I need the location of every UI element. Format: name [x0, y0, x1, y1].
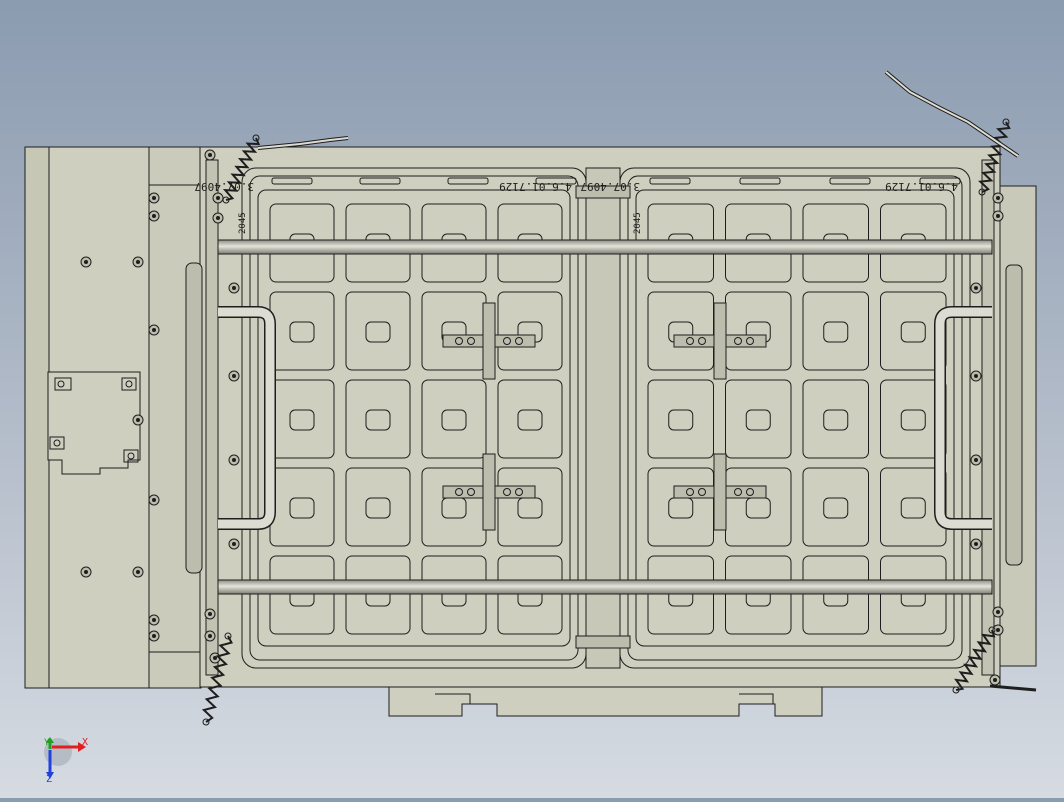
bolt-center [974, 374, 978, 378]
bolt-center [232, 374, 236, 378]
bolt-center [152, 634, 156, 638]
bolt-center [996, 196, 1000, 200]
assembly-drawing[interactable]: 3.07.4097 4.6.01.7129 2045 3.07.4097 4.6… [0, 0, 1064, 798]
tie-rod-top [217, 239, 993, 255]
bolt-center [996, 628, 1000, 632]
motor-mount [47, 371, 141, 475]
bolt-center [152, 498, 156, 502]
bolt-center [974, 286, 978, 290]
bolt-center [216, 216, 220, 220]
tray-left-part-a: 3.07.4097 [194, 180, 254, 193]
bolt-center [136, 570, 140, 574]
bolt-center [208, 612, 212, 616]
bolt-center [996, 610, 1000, 614]
bolt-center [216, 196, 220, 200]
bolt-center [232, 286, 236, 290]
bolt-center [152, 214, 156, 218]
bolt-center [136, 418, 140, 422]
bolt-center [152, 328, 156, 332]
tie-rod-bottom [217, 579, 993, 595]
bolt-center [84, 570, 88, 574]
bolt-center [152, 196, 156, 200]
bolt-center [213, 656, 217, 660]
bolt-center [974, 542, 978, 546]
bolt-center [208, 634, 212, 638]
right-end-plate [999, 185, 1037, 667]
bolt-center [996, 214, 1000, 218]
coordinate-triad: X Y Z [44, 737, 88, 785]
tray-right-part-b: 4.6.01.7129 [885, 180, 958, 193]
bolt-center [208, 153, 212, 157]
bolt-center [974, 458, 978, 462]
tray-right-part-a: 3.07.4097 [580, 180, 640, 193]
tray-left-small-label: 2045 [238, 212, 248, 234]
tray-left-part-b: 4.6.01.7129 [499, 180, 572, 193]
bolt-center [993, 678, 997, 682]
cad-viewport[interactable]: 3.07.4097 4.6.01.7129 2045 3.07.4097 4.6… [0, 0, 1064, 798]
bolt-center [232, 542, 236, 546]
tray-right-small-label: 2045 [633, 212, 643, 234]
bolt-center [232, 458, 236, 462]
axis-y-label: Y [44, 738, 50, 748]
axis-z-label: Z [46, 774, 52, 785]
bolt-center [152, 618, 156, 622]
axis-x-label: X [82, 737, 88, 748]
bolt-center [84, 260, 88, 264]
bolt-center [136, 260, 140, 264]
bottom-mounting-bar [388, 685, 823, 717]
